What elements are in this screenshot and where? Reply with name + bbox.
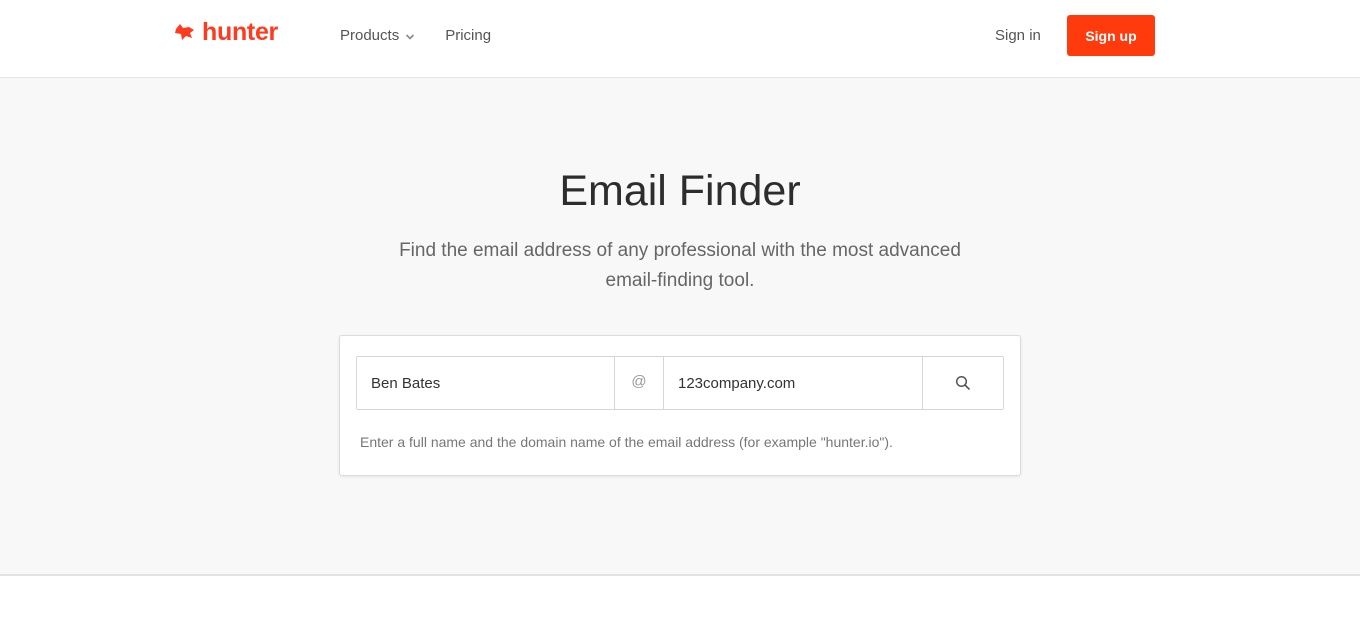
finder-hint: Enter a full name and the domain name of… <box>360 434 893 450</box>
nav-products[interactable]: Products <box>340 24 415 48</box>
full-name-input[interactable] <box>357 357 614 409</box>
fox-logo-icon <box>175 24 194 40</box>
chevron-down-icon <box>406 33 415 40</box>
sign-up-button[interactable]: Sign up <box>1067 15 1155 56</box>
search-icon <box>955 375 970 390</box>
domain-input[interactable] <box>664 357 922 409</box>
main-nav: Products Pricing <box>340 24 491 48</box>
logo-text: hunter <box>202 18 278 46</box>
email-finder-card: @ Enter a full name and the domain name … <box>339 335 1021 476</box>
finder-search-row: @ <box>356 356 1004 410</box>
hunter-logo[interactable]: hunter <box>174 18 278 46</box>
nav-pricing[interactable]: Pricing <box>445 24 491 48</box>
sign-in-link[interactable]: Sign in <box>995 24 1041 48</box>
page-subtitle: Find the email address of any profession… <box>399 240 961 291</box>
at-separator: @ <box>614 357 664 409</box>
page-title: Email Finder <box>559 167 801 215</box>
hero-section: Email Finder Find the email address of a… <box>0 78 1360 576</box>
nav-pricing-label: Pricing <box>445 27 492 44</box>
search-button[interactable] <box>922 357 1003 409</box>
top-header: hunter Products Pricing Sign in Sign up <box>0 0 1360 78</box>
nav-products-label: Products <box>340 27 400 44</box>
